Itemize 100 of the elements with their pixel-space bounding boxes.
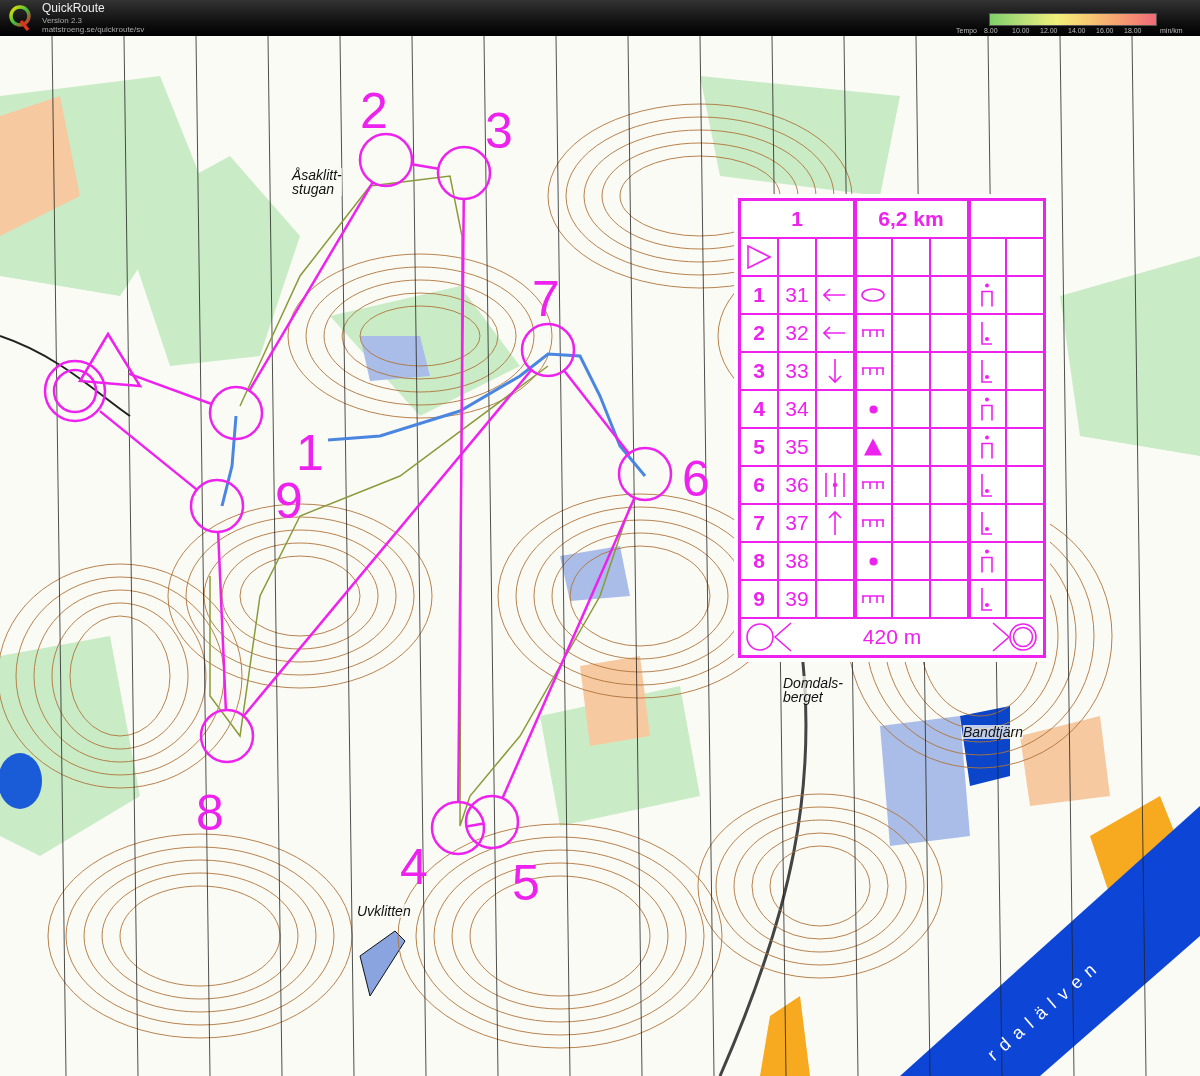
control-code-cell: 37: [779, 505, 815, 541]
triangle-icon: [863, 438, 883, 456]
control-code-cell: 31: [779, 277, 815, 313]
dot-icon: [868, 404, 878, 414]
down-arrow-icon: [828, 358, 842, 384]
table-cell: [1007, 391, 1043, 427]
table-cell: [893, 581, 929, 617]
control-order-cell: 3: [741, 353, 777, 389]
left-arrow-icon: [823, 326, 847, 340]
control-order-cell: 7: [741, 505, 777, 541]
table-cell: [931, 239, 967, 275]
table-cell: [893, 277, 929, 313]
control-code-cell: 33: [779, 353, 815, 389]
table-cell: [1007, 505, 1043, 541]
table-cell: [893, 315, 929, 351]
table-cell: [817, 429, 853, 465]
control-circle: [430, 800, 486, 856]
table-cell: [817, 239, 853, 275]
table-cell: [817, 543, 853, 579]
table-cell: [931, 543, 967, 579]
comb-icon: [861, 328, 885, 338]
ellipse-icon: [861, 288, 885, 302]
table-cell: [1007, 315, 1043, 351]
course-length-cell: 6,2 km: [855, 201, 967, 237]
table-cell: [893, 467, 929, 503]
table-cell: [969, 239, 1005, 275]
table-cell: [1007, 277, 1043, 313]
dot-above-bracket-icon: [981, 397, 993, 421]
finish-distance: 420 m: [862, 625, 922, 649]
control-order-cell: 1: [741, 277, 777, 313]
control-order-cell: 2: [741, 315, 777, 351]
place-name: Domdals- berget: [783, 676, 843, 704]
comb-icon: [861, 366, 885, 376]
control-circle: [189, 478, 245, 534]
table-cell: [1007, 239, 1043, 275]
dot-in-corner-icon: [981, 359, 993, 383]
dot-in-corner-icon: [981, 473, 993, 497]
control-code-cell: 35: [779, 429, 815, 465]
lake: [359, 930, 406, 997]
place-name: Uvklitten: [357, 904, 411, 918]
left-arrow-icon: [823, 288, 847, 302]
comb-icon: [861, 594, 885, 604]
between-features-icon: [825, 472, 845, 498]
marsh-area: [360, 336, 430, 381]
control-number: 9: [275, 476, 303, 526]
dot-in-corner-icon: [981, 511, 993, 535]
control-circle: [358, 132, 414, 188]
table-cell: [1007, 543, 1043, 579]
dot-in-corner-icon: [981, 587, 993, 611]
table-cell: [893, 353, 929, 389]
table-cell: [931, 429, 967, 465]
dot-above-bracket-icon: [981, 549, 993, 573]
control-code-cell: 38: [779, 543, 815, 579]
control-number: 5: [512, 858, 540, 908]
control-code-cell: 39: [779, 581, 815, 617]
marsh-area: [560, 546, 630, 601]
control-circle: [520, 322, 576, 378]
control-number: 7: [532, 274, 560, 324]
control-code-cell: 32: [779, 315, 815, 351]
funnel-double-circle-icon: [991, 621, 1039, 653]
dot-above-bracket-icon: [981, 435, 993, 459]
table-cell: [931, 467, 967, 503]
comb-icon: [861, 480, 885, 490]
control-number: 6: [682, 454, 710, 504]
lake: [0, 753, 42, 809]
comb-icon: [861, 518, 885, 528]
table-cell: [893, 429, 929, 465]
dot-above-bracket-icon: [981, 283, 993, 307]
control-code-cell: 36: [779, 467, 815, 503]
circle-funnel-icon: [745, 621, 793, 653]
control-number: 1: [296, 428, 324, 478]
control-circle: [199, 708, 255, 764]
course-leg-line: [411, 163, 439, 170]
table-cell: [931, 581, 967, 617]
up-arrow-icon: [828, 510, 842, 536]
logo-icon: [8, 4, 32, 32]
table-cell: [1007, 353, 1043, 389]
control-order-cell: 9: [741, 581, 777, 617]
control-circle: [464, 794, 520, 850]
table-cell: [817, 391, 853, 427]
table-cell: [1007, 467, 1043, 503]
place-name: Åsaklitt- stugan: [292, 168, 342, 196]
table-cell: [893, 505, 929, 541]
app-name: QuickRoute: [42, 2, 106, 14]
app-url: mattstroeng.se/quickroute/sv: [42, 25, 145, 34]
control-order-cell: 8: [741, 543, 777, 579]
app-version: Version 2.3: [42, 16, 84, 25]
table-cell: [893, 543, 929, 579]
table-cell: [931, 353, 967, 389]
table-cell: [931, 505, 967, 541]
class-cell: 1: [741, 201, 853, 237]
table-cell: [931, 315, 967, 351]
table-cell: [855, 239, 891, 275]
table-cell: [893, 391, 929, 427]
control-circle: [617, 446, 673, 502]
control-number: 3: [485, 106, 513, 156]
control-order-cell: 6: [741, 467, 777, 503]
dot-in-corner-icon: [981, 321, 993, 345]
table-cell: [931, 277, 967, 313]
dot-icon: [868, 556, 878, 566]
